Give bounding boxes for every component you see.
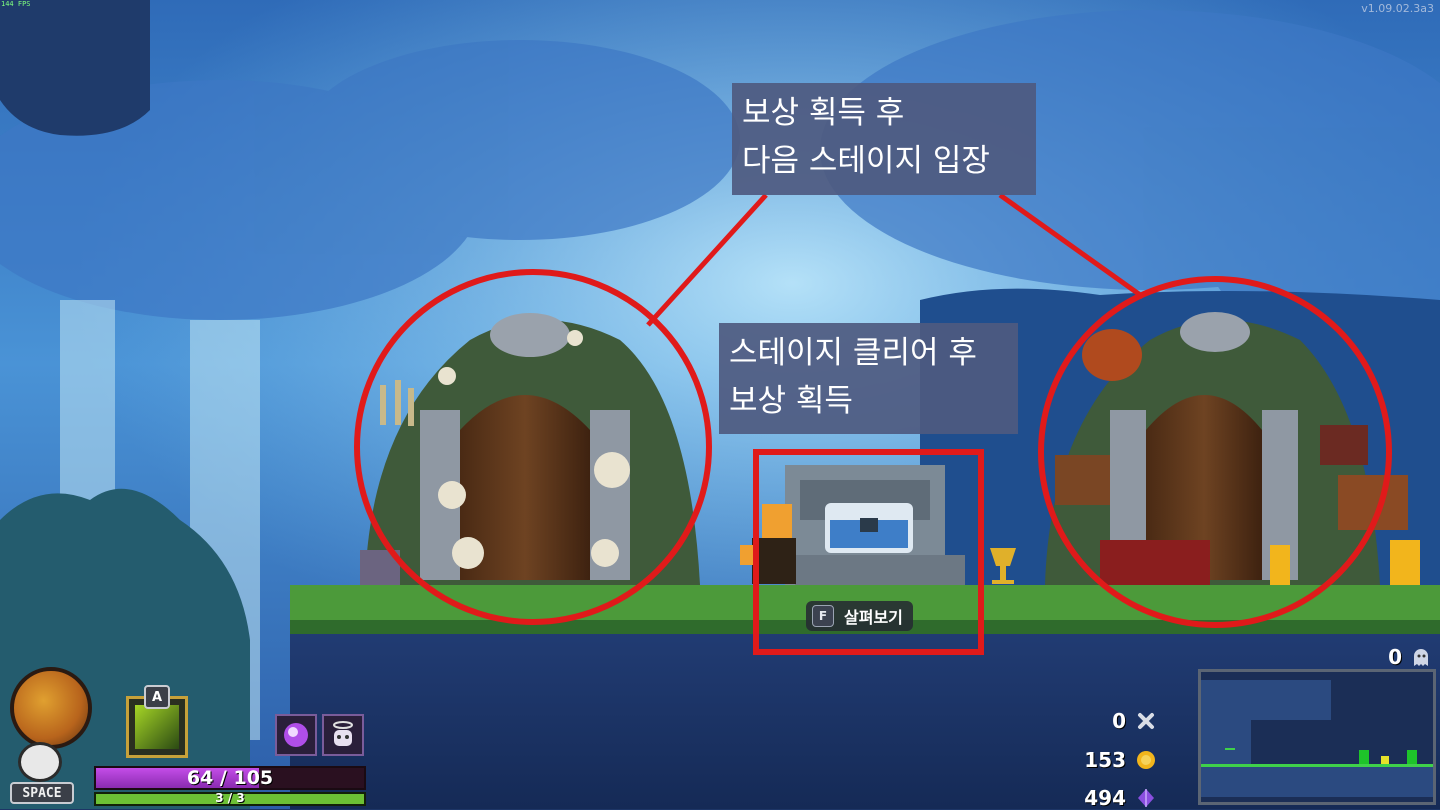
callout-reward: 스테이지 클리어 후 보상 획득 <box>719 323 1018 434</box>
health-bar: 64 / 105 <box>94 766 366 790</box>
item-slot-1 <box>275 714 317 756</box>
minimap <box>1198 669 1436 805</box>
callout-next-stage-line-1: 보상 획득 후 <box>742 95 905 131</box>
gold-coin-icon <box>1137 751 1155 769</box>
enemy-counter: 0 <box>1388 645 1432 669</box>
bone-counter: 0 <box>1112 709 1156 733</box>
bone-count: 0 <box>1112 709 1126 733</box>
shield-text: 3 / 3 <box>215 791 245 805</box>
ghost-icon <box>1414 649 1428 666</box>
interact-key: F <box>812 605 834 627</box>
health-text: 64 / 105 <box>186 767 274 789</box>
swap-key: SPACE <box>10 782 74 804</box>
purple-orb-icon <box>284 723 308 747</box>
item-slot-2 <box>322 714 364 756</box>
fps-counter: 144 FPS <box>1 0 31 8</box>
skull-portrait <box>10 667 92 749</box>
gold-count: 153 <box>1084 748 1126 772</box>
quartz-count: 494 <box>1084 786 1126 810</box>
secondary-skull-icon <box>18 742 62 782</box>
minimap-map <box>1201 672 1433 802</box>
interact-label: 살펴보기 <box>844 608 903 627</box>
interact-prompt[interactable]: F 살펴보기 <box>806 601 913 631</box>
angel-skull-icon <box>333 721 353 746</box>
shield-bar: 3 / 3 <box>94 791 366 806</box>
version-label: v1.09.02.3a3 <box>1361 2 1434 15</box>
callout-reward-line-1: 스테이지 클리어 후 <box>729 335 977 371</box>
skill-icon <box>135 705 179 749</box>
callout-reward-line-2: 보상 획득 <box>729 383 853 419</box>
callout-next-stage: 보상 획득 후 다음 스테이지 입장 <box>732 83 1036 195</box>
callout-next-stage-line-2: 다음 스테이지 입장 <box>742 143 990 179</box>
quartz-counter: 494 <box>1084 786 1156 810</box>
enemy-count: 0 <box>1388 645 1402 669</box>
reward-shrine[interactable] <box>785 465 965 585</box>
rock-overhang <box>0 0 150 136</box>
bone-icon <box>1138 713 1154 729</box>
dark-quartz-icon <box>1138 789 1154 807</box>
skill-key: A <box>144 685 170 709</box>
gold-counter: 153 <box>1084 748 1156 772</box>
